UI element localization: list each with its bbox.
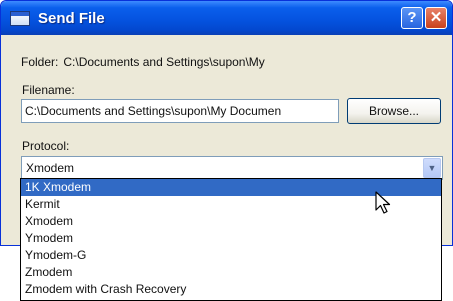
folder-path: C:\Documents and Settings\supon\My (63, 55, 265, 69)
window-title: Send File (38, 10, 105, 27)
browse-button[interactable]: Browse... (347, 98, 441, 124)
filename-input[interactable]: C:\Documents and Settings\supon\My Docum… (21, 99, 339, 123)
protocol-selected-value: Xmodem (26, 161, 75, 175)
window-icon (10, 11, 30, 26)
protocol-label: Protocol: (22, 139, 70, 153)
protocol-option[interactable]: Ymodem (21, 230, 441, 247)
title-bar[interactable]: Send File ? ✕ (1, 1, 452, 35)
help-button[interactable]: ? (401, 7, 423, 29)
folder-row: Folder: C:\Documents and Settings\supon\M… (21, 55, 265, 69)
folder-label: Folder: (21, 55, 59, 69)
protocol-select[interactable]: Xmodem ▼ (21, 156, 443, 180)
mouse-pointer-icon (375, 191, 391, 214)
filename-label: Filename: (22, 83, 75, 97)
protocol-option[interactable]: Xmodem (21, 213, 441, 230)
close-button[interactable]: ✕ (425, 7, 447, 29)
protocol-option[interactable]: Zmodem (21, 264, 441, 281)
chevron-down-icon[interactable]: ▼ (423, 158, 441, 178)
protocol-option[interactable]: Zmodem with Crash Recovery (21, 281, 441, 298)
protocol-option[interactable]: Ymodem-G (21, 247, 441, 264)
